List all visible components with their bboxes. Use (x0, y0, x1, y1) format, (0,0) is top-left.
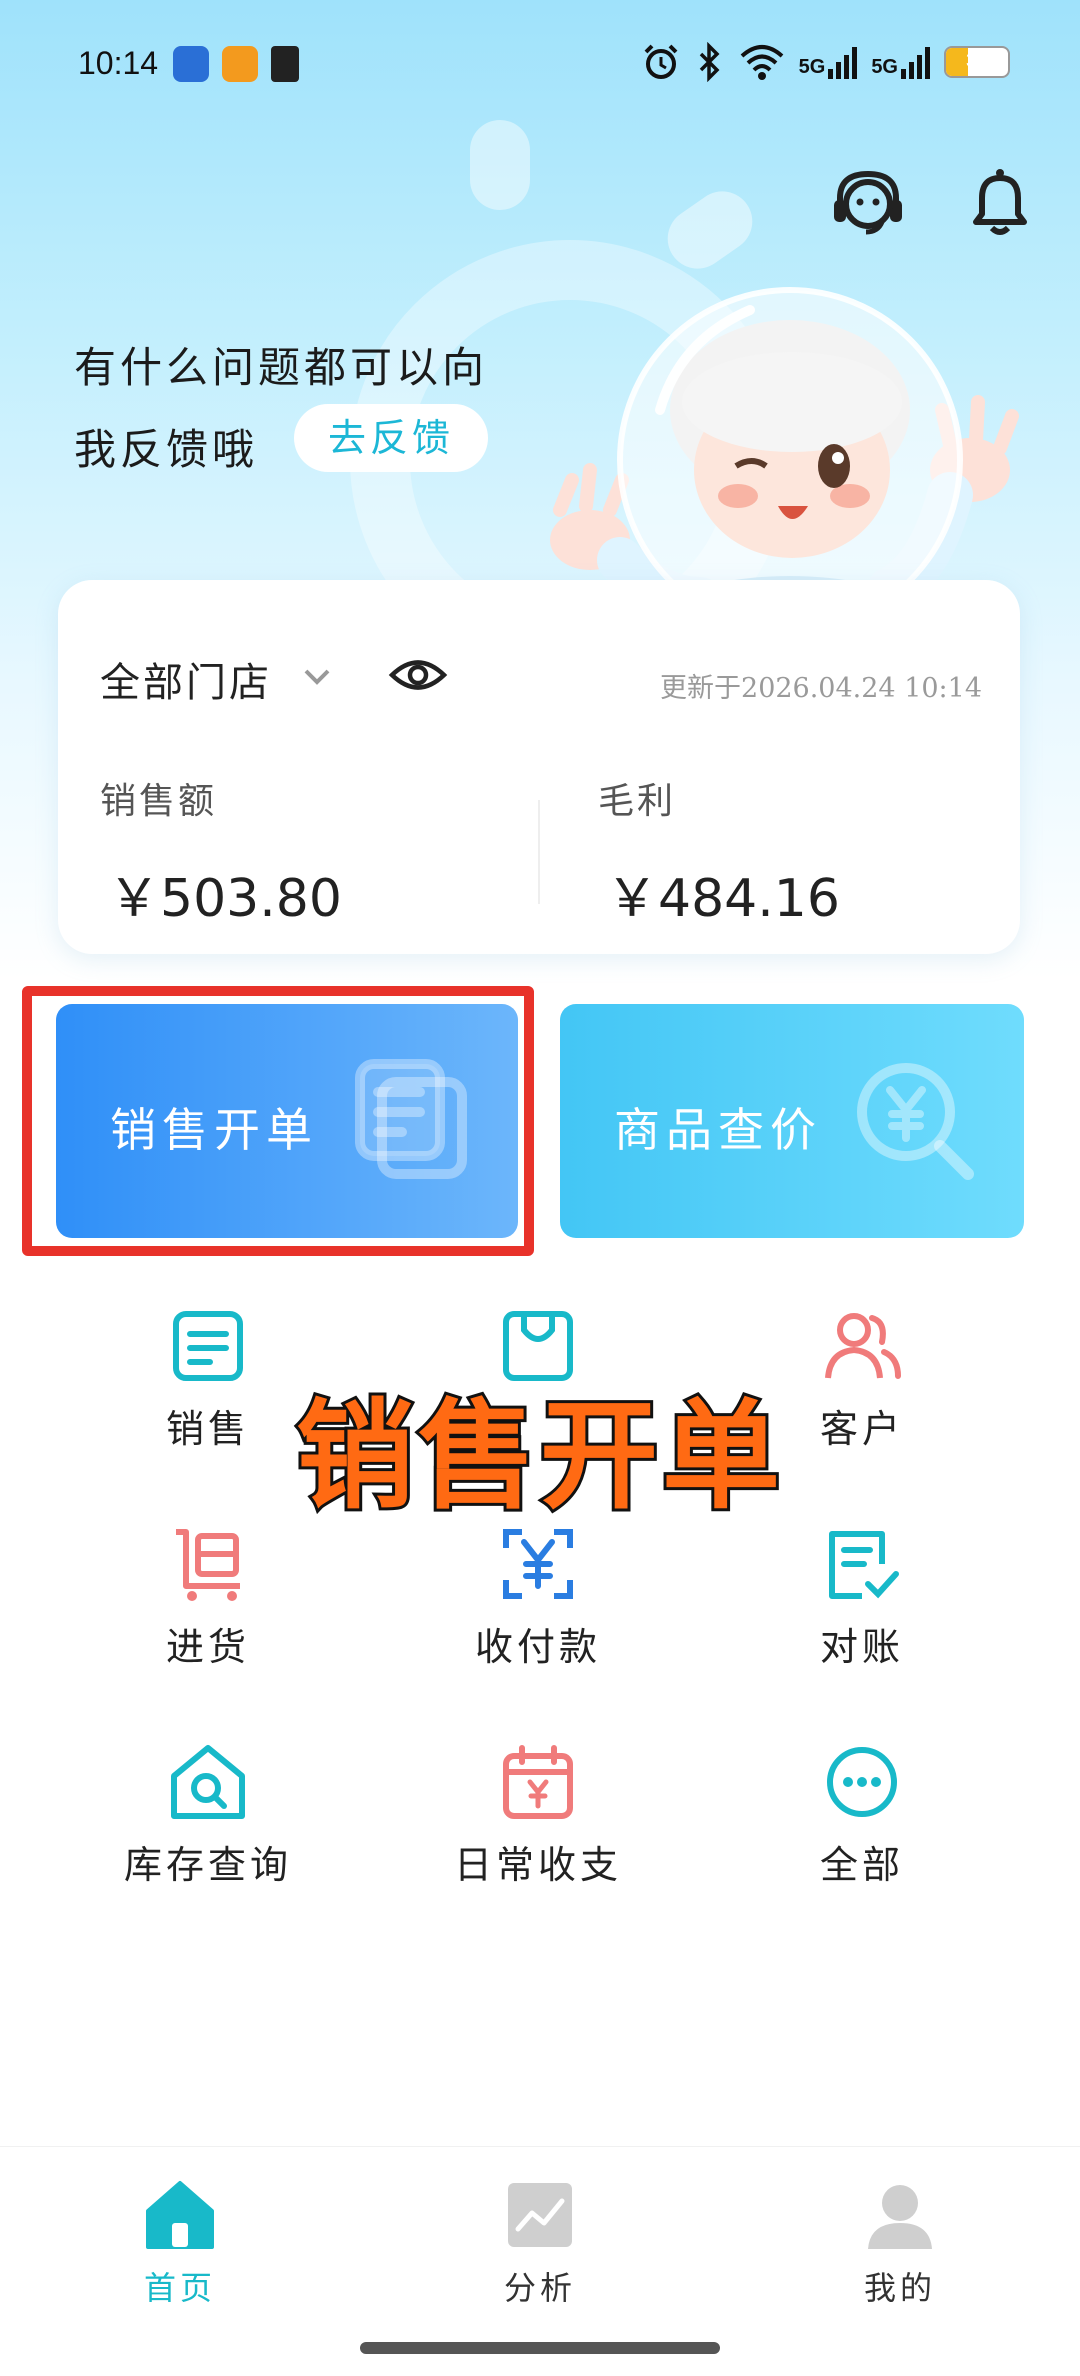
sales-stats-card: 全部门店 更新于2026.04.24 10:14 销售额 ￥503.80 毛利 … (58, 580, 1020, 954)
price-check-label: 商品查价 (614, 1103, 822, 1157)
signal-icon (828, 45, 858, 79)
signal-label: 5G (871, 56, 898, 78)
nav-item-home[interactable]: 首页 (80, 2177, 280, 2309)
home-icon (146, 2181, 214, 2249)
sales-label: 销售额 (100, 781, 218, 822)
grid-item-label: 日常收支 (453, 1843, 622, 1887)
battery-percent: 35 (965, 50, 989, 72)
hero-decoration (470, 120, 530, 210)
grid-item-label: 对账 (819, 1625, 904, 1669)
nav-item-mine[interactable]: 我的 (800, 2177, 1000, 2309)
bell-icon[interactable] (958, 160, 1042, 244)
eye-icon[interactable] (388, 650, 448, 700)
reconcile-icon (829, 1531, 899, 1599)
alarm-icon (644, 44, 678, 79)
app-icon-1 (173, 46, 209, 82)
status-time: 10:14 (78, 45, 159, 81)
more-icon (827, 1747, 897, 1817)
grid-item-label: 库存查询 (123, 1843, 292, 1887)
updated-timestamp: 更新于2026.04.24 10:14 (660, 673, 982, 704)
overlay-caption: 销售开单 (293, 1384, 784, 1528)
home-indicator[interactable] (360, 2342, 720, 2354)
store-selector[interactable]: 全部门店 (100, 650, 272, 708)
grid-item-label: 收付款 (474, 1625, 601, 1669)
nav-item-analysis[interactable]: 分析 (440, 2177, 640, 2309)
divider (538, 800, 540, 904)
signal-indicator-2: 5G (871, 45, 930, 79)
nav-label-analysis: 分析 (503, 2269, 576, 2307)
highlight-box (22, 986, 534, 1256)
nav-label-mine: 我的 (863, 2269, 936, 2307)
sales-value: ￥503.80 (108, 869, 342, 929)
calendar-yen-icon (503, 1745, 573, 1819)
grid-item-all[interactable]: 全部 (742, 1742, 982, 1902)
app-icon-3 (271, 46, 299, 82)
signal-indicator-1: 5G (799, 45, 858, 79)
price-check-button[interactable]: 商品查价 (560, 1004, 1024, 1238)
customer-service-icon[interactable] (826, 160, 910, 244)
bluetooth-icon (699, 42, 720, 82)
grid-item-label: 进货 (165, 1625, 250, 1669)
status-bar: 10:14 5G 5G 35 (0, 0, 1080, 130)
signal-label: 5G (798, 56, 826, 78)
signal-icon (901, 45, 930, 79)
price-search-icon (857, 1063, 974, 1180)
user-icon (868, 2185, 932, 2249)
profit-label: 毛利 (598, 781, 677, 822)
feedback-prompt-line-2: 我反馈哦 (74, 425, 259, 474)
feedback-button[interactable]: 去反馈 (294, 404, 488, 472)
grid-item-reconcile[interactable]: 对账 (742, 1524, 982, 1684)
nav-label-home: 首页 (143, 2269, 216, 2307)
app-icon-2 (222, 46, 258, 82)
battery-icon: 35 (944, 46, 1010, 78)
scan-payment-icon (503, 1529, 573, 1599)
grid-item-inventory[interactable]: 库存查询 (88, 1742, 328, 1902)
grid-item-payments[interactable]: 收付款 (418, 1524, 658, 1684)
profit-value: ￥484.16 (606, 869, 840, 929)
chart-icon (508, 2183, 572, 2247)
inventory-search-icon (171, 1745, 245, 1819)
feedback-prompt-line-1: 有什么问题都可以向 (74, 343, 489, 392)
cart-icon (176, 1529, 240, 1601)
wifi-icon (740, 45, 783, 80)
grid-item-daily-expense[interactable]: 日常收支 (418, 1742, 658, 1902)
grid-item-label: 全部 (819, 1843, 904, 1887)
grid-item-purchase[interactable]: 进货 (88, 1524, 328, 1684)
chevron-down-icon[interactable] (300, 662, 334, 692)
